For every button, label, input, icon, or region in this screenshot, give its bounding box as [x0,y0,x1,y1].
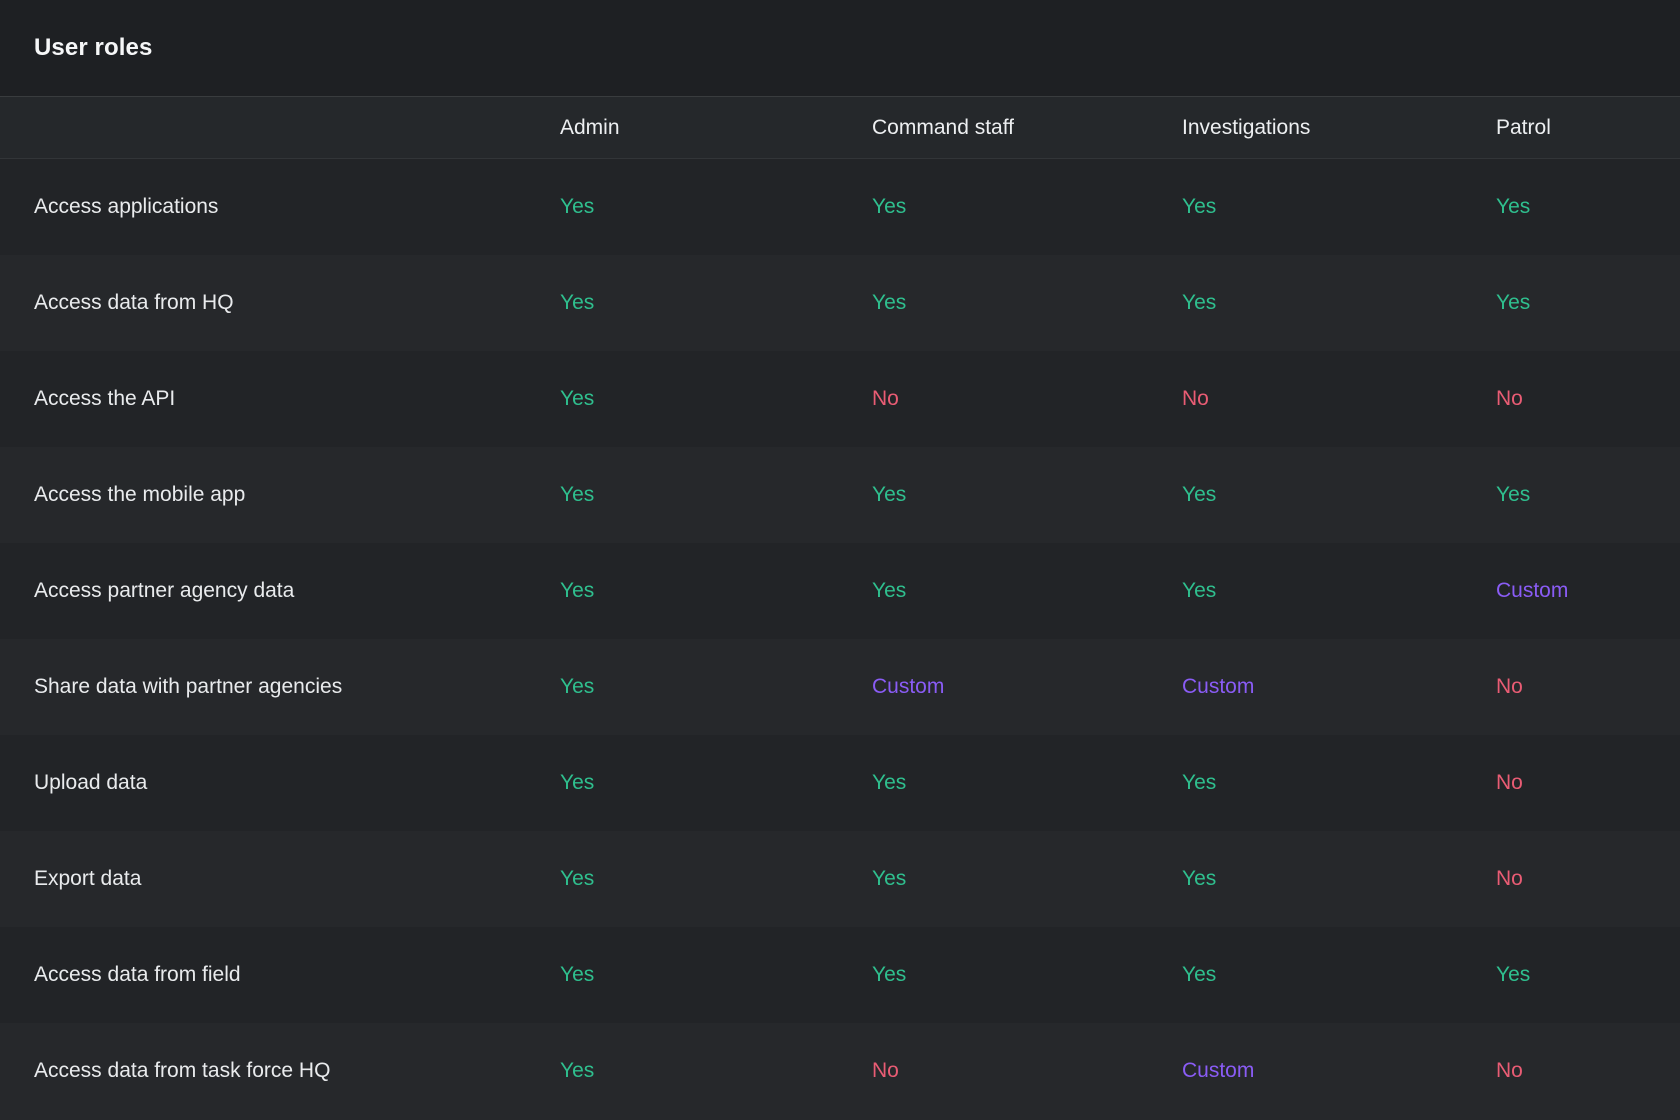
row-label: Export data [34,867,560,891]
row-label: Access data from HQ [34,291,560,315]
column-header-patrol: Patrol [1496,116,1680,140]
row-label: Access data from task force HQ [34,1059,560,1083]
page-title: User roles [34,34,152,62]
permission-value-investigations: Custom [1182,1059,1496,1083]
row-label: Share data with partner agencies [34,675,560,699]
permission-value-admin: Yes [560,483,872,507]
permission-value-admin: Yes [560,963,872,987]
table-row: Access data from HQ Yes Yes Yes Yes [0,255,1680,351]
permission-value-patrol: Custom [1496,579,1680,603]
permission-value-admin: Yes [560,579,872,603]
permission-value-command-staff: Yes [872,483,1182,507]
permission-value-patrol: No [1496,675,1680,699]
table-body: Access applications Yes Yes Yes Yes Acce… [0,159,1680,1119]
row-label: Access partner agency data [34,579,560,603]
column-header-admin: Admin [560,116,872,140]
row-label: Access the mobile app [34,483,560,507]
title-bar: User roles [0,0,1680,96]
permission-value-patrol: Yes [1496,195,1680,219]
permission-value-command-staff: No [872,387,1182,411]
permission-value-command-staff: Yes [872,579,1182,603]
permission-value-command-staff: Yes [872,195,1182,219]
permission-value-patrol: No [1496,771,1680,795]
user-roles-panel: User roles Admin Command staff Investiga… [0,0,1680,1120]
permission-value-admin: Yes [560,291,872,315]
table-row: Access the API Yes No No No [0,351,1680,447]
permission-value-investigations: Yes [1182,291,1496,315]
permission-value-investigations: No [1182,387,1496,411]
row-label: Upload data [34,771,560,795]
permission-value-admin: Yes [560,195,872,219]
table-row: Access the mobile app Yes Yes Yes Yes [0,447,1680,543]
permission-value-patrol: Yes [1496,963,1680,987]
permission-value-command-staff: No [872,1059,1182,1083]
row-label: Access applications [34,195,560,219]
permission-value-investigations: Custom [1182,675,1496,699]
permission-value-patrol: Yes [1496,483,1680,507]
permission-value-patrol: No [1496,1059,1680,1083]
permission-value-patrol: No [1496,867,1680,891]
permission-value-admin: Yes [560,675,872,699]
table-row: Upload data Yes Yes Yes No [0,735,1680,831]
permission-value-investigations: Yes [1182,771,1496,795]
permission-value-investigations: Yes [1182,867,1496,891]
table-row: Access data from task force HQ Yes No Cu… [0,1023,1680,1119]
permission-value-admin: Yes [560,1059,872,1083]
permission-value-patrol: Yes [1496,291,1680,315]
row-label: Access the API [34,387,560,411]
permission-value-command-staff: Custom [872,675,1182,699]
table-row: Access applications Yes Yes Yes Yes [0,159,1680,255]
permission-value-investigations: Yes [1182,963,1496,987]
column-header-investigations: Investigations [1182,116,1496,140]
table-row: Access partner agency data Yes Yes Yes C… [0,543,1680,639]
permission-value-admin: Yes [560,387,872,411]
permission-value-admin: Yes [560,771,872,795]
row-label: Access data from field [34,963,560,987]
permission-value-investigations: Yes [1182,483,1496,507]
permission-value-command-staff: Yes [872,291,1182,315]
permission-value-command-staff: Yes [872,963,1182,987]
permission-value-command-staff: Yes [872,771,1182,795]
column-header-command-staff: Command staff [872,116,1182,140]
permission-value-investigations: Yes [1182,579,1496,603]
table-row: Access data from field Yes Yes Yes Yes [0,927,1680,1023]
permission-value-admin: Yes [560,867,872,891]
table-header-row: Admin Command staff Investigations Patro… [0,96,1680,159]
permission-value-investigations: Yes [1182,195,1496,219]
table-row: Share data with partner agencies Yes Cus… [0,639,1680,735]
permission-value-command-staff: Yes [872,867,1182,891]
table-row: Export data Yes Yes Yes No [0,831,1680,927]
permission-value-patrol: No [1496,387,1680,411]
